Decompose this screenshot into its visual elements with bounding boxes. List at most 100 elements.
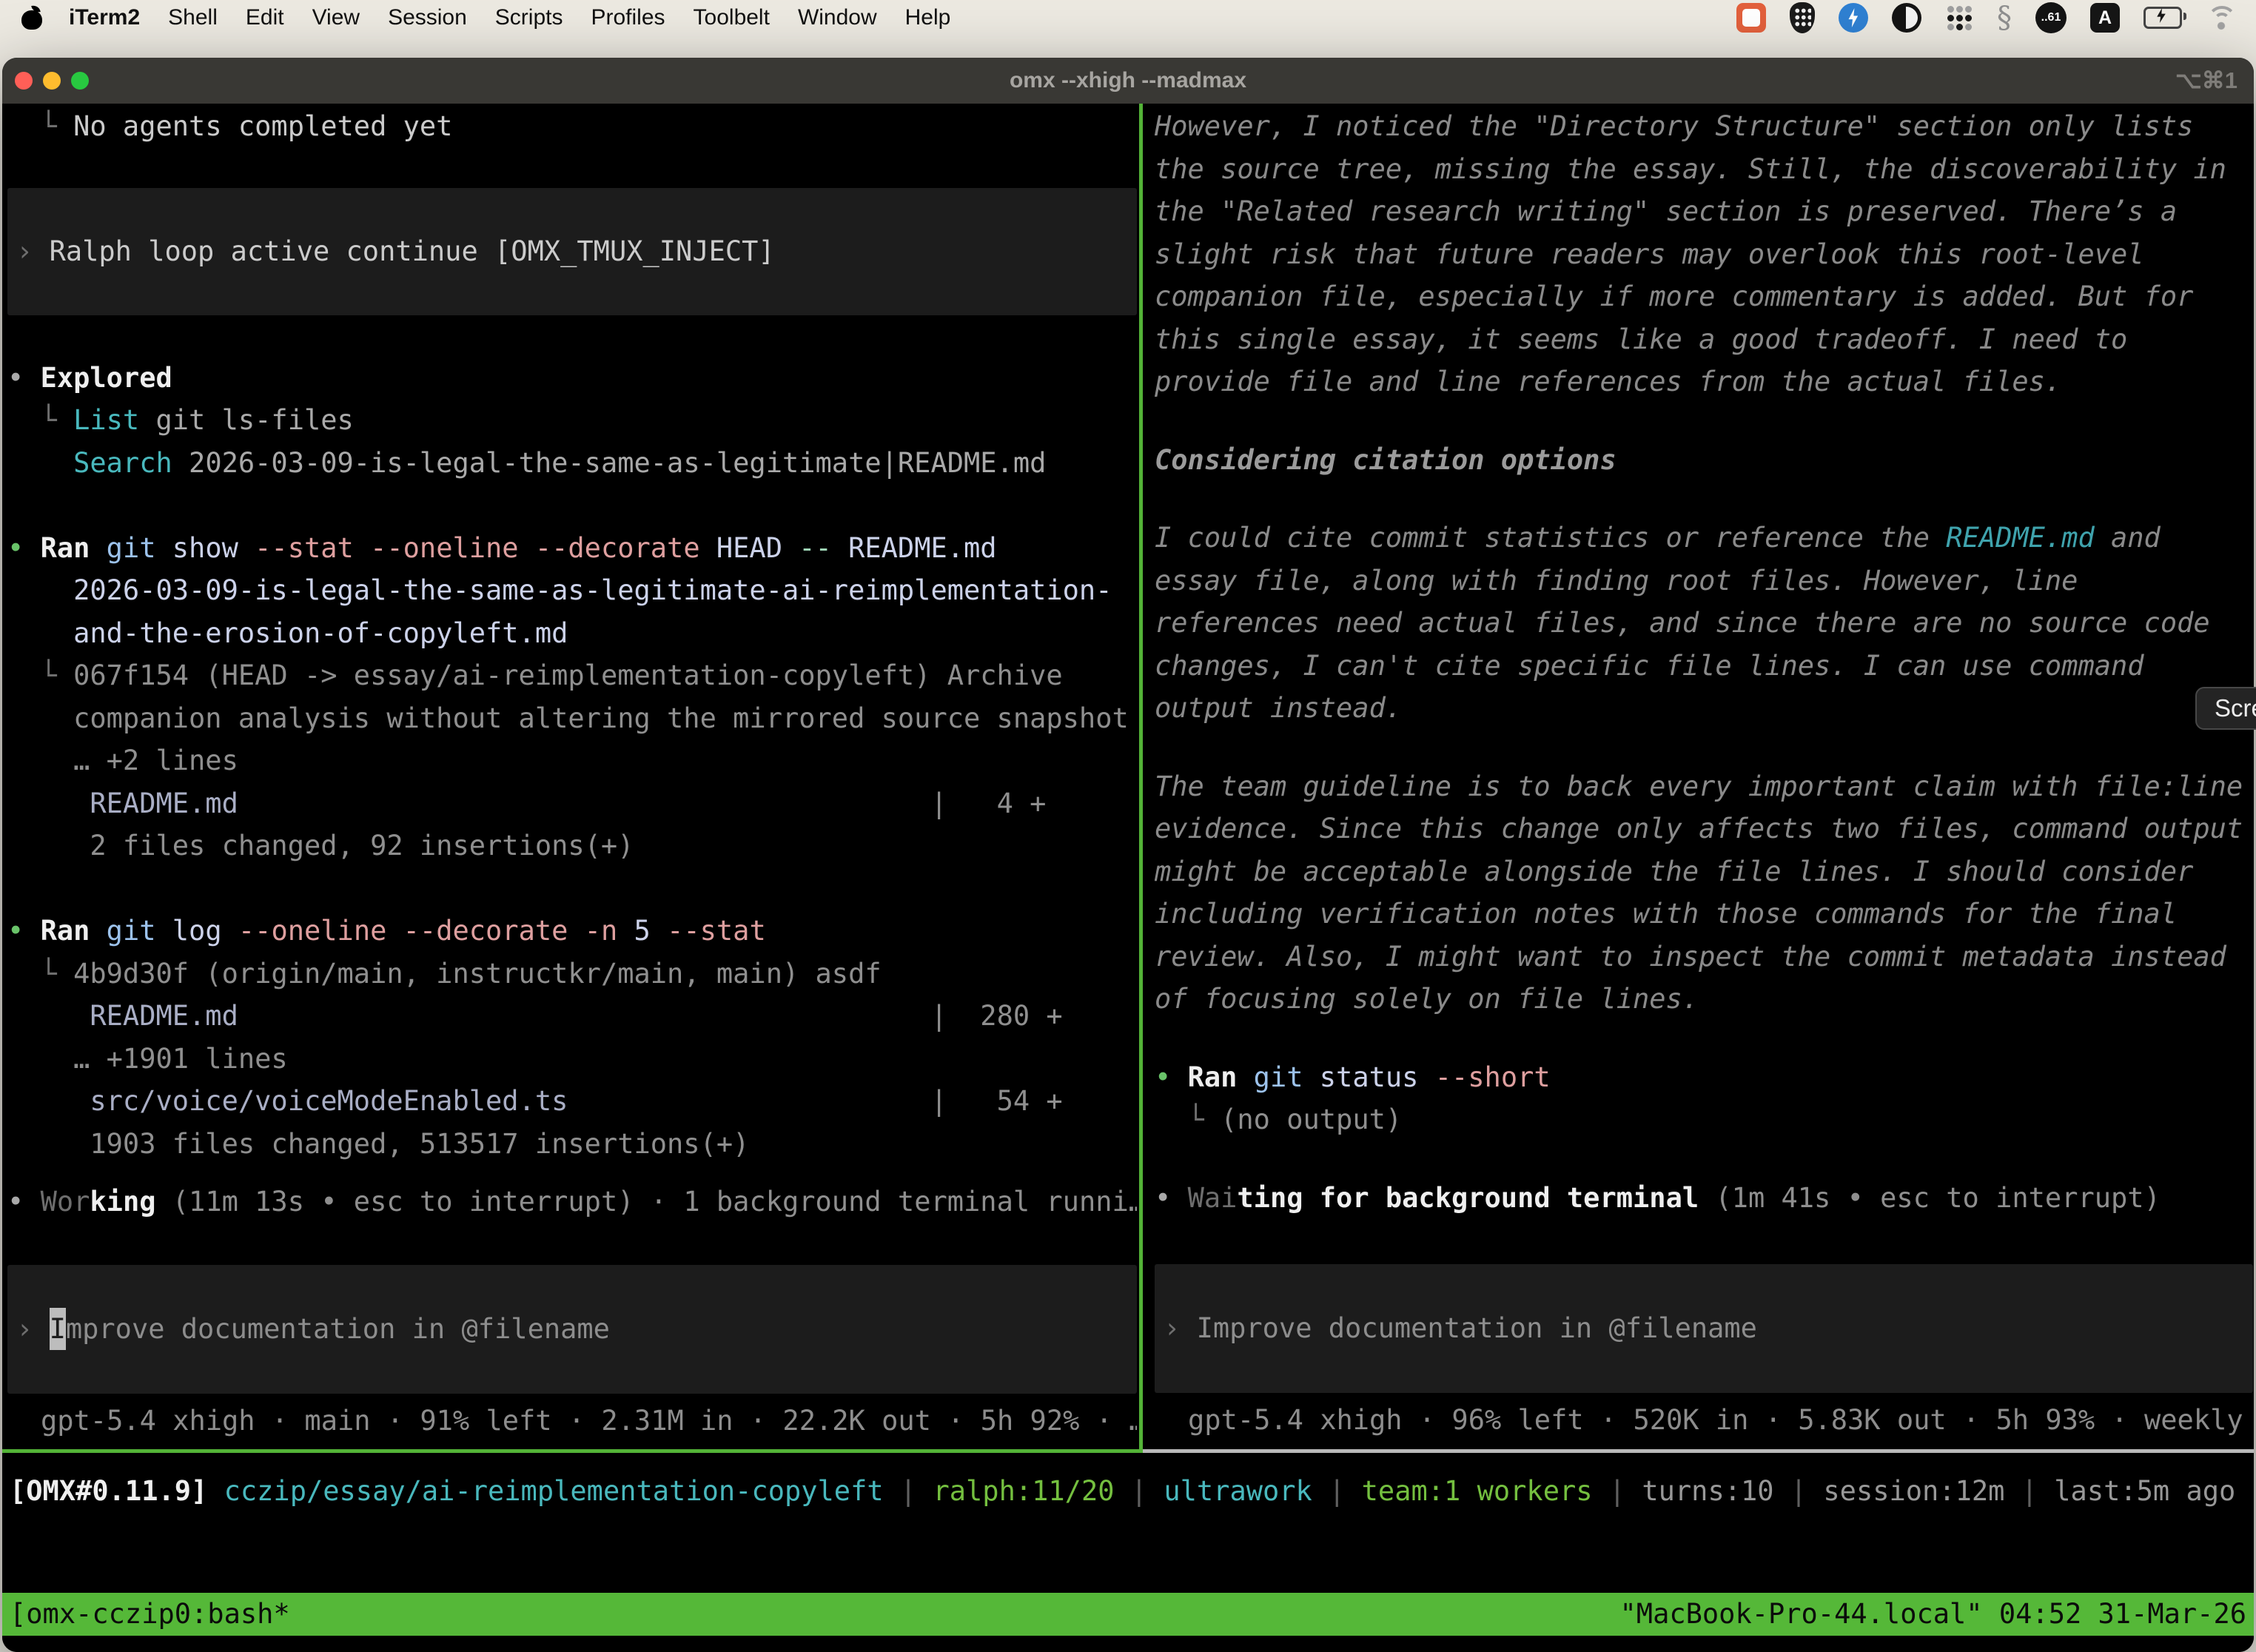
input-placeholder: mprove documentation in @filename bbox=[66, 1308, 610, 1351]
terminal-line: companion file, especially if more comme… bbox=[1155, 275, 2253, 318]
prompt-chevron: › bbox=[16, 1308, 50, 1351]
input-placeholder: Improve documentation in @filename bbox=[1197, 1307, 1757, 1350]
menu-bar: iTerm2ShellEditViewSessionScriptsProfile… bbox=[0, 0, 2256, 36]
input-source-icon[interactable]: A bbox=[2090, 3, 2120, 33]
terminal-line: references need actual files, and since … bbox=[1155, 602, 2253, 645]
terminal-line: README.md | 4 + bbox=[7, 782, 1137, 825]
prompt-chevron: › bbox=[16, 230, 50, 273]
terminal-line: essay file, along with finding root file… bbox=[1155, 560, 2253, 602]
terminal-line: • Waiting for background terminal (1m 41… bbox=[1155, 1177, 2253, 1220]
squiggle-icon[interactable]: § bbox=[1997, 1, 2012, 35]
dots-grid-icon[interactable] bbox=[1945, 4, 1973, 32]
left-agent-pane[interactable]: └ No agents completed yet › Ralph loop a… bbox=[7, 105, 1137, 1442]
omx-status-bar: [OMX#0.11.9] cczip/essay/ai-reimplementa… bbox=[10, 1470, 2254, 1513]
left-model-status: gpt-5.4 xhigh · main · 91% left · 2.31M … bbox=[7, 1400, 1137, 1443]
terminal-line: src/voice/voiceModeEnabled.ts | 54 + bbox=[7, 1080, 1137, 1123]
menu-item-profiles[interactable]: Profiles bbox=[577, 5, 679, 30]
pane-divider[interactable] bbox=[1139, 104, 1143, 1449]
window-title: omx --xhigh --madmax bbox=[2, 68, 2254, 93]
terminal-line: might be acceptable alongside the file l… bbox=[1155, 850, 2253, 893]
terminal-line: • Ran git log --oneline --decorate -n 5 … bbox=[7, 910, 1137, 953]
menu-item-session[interactable]: Session bbox=[374, 5, 481, 30]
menu-item-view[interactable]: View bbox=[298, 5, 374, 30]
terminal-line: and-the-erosion-of-copyleft.md bbox=[7, 612, 1137, 655]
terminal-line: 1903 files changed, 513517 insertions(+) bbox=[7, 1123, 1137, 1166]
dark-pie-icon[interactable] bbox=[1892, 3, 1921, 33]
terminal-line: └ 067f154 (HEAD -> essay/ai-reimplementa… bbox=[7, 654, 1137, 697]
menu-item-edit[interactable]: Edit bbox=[232, 5, 298, 30]
right-model-status: gpt-5.4 xhigh · 96% left · 520K in · 5.8… bbox=[1155, 1399, 2253, 1442]
terminal-line bbox=[1155, 1141, 2253, 1177]
screen-record-icon[interactable] bbox=[1736, 3, 1766, 33]
percent-badge-icon[interactable]: ..61 bbox=[2035, 2, 2067, 33]
inject-text: Ralph loop active continue [OMX_TMUX_INJ… bbox=[50, 230, 775, 273]
right-prompt-input[interactable]: › Improve documentation in @filename bbox=[1155, 1264, 2253, 1393]
terminal-line bbox=[1155, 1021, 2253, 1056]
terminal-line: Search 2026-03-09-is-legal-the-same-as-l… bbox=[7, 442, 1137, 485]
titlebar[interactable]: omx --xhigh --madmax ⌥⌘1 bbox=[2, 58, 2254, 104]
iterm-window: omx --xhigh --madmax ⌥⌘1 └ No agents com… bbox=[2, 58, 2254, 1652]
menu-item-window[interactable]: Window bbox=[784, 5, 891, 30]
terminal-line: … +2 lines bbox=[7, 739, 1137, 782]
terminal: └ No agents completed yet › Ralph loop a… bbox=[2, 104, 2254, 1652]
window-shortcut-badge: ⌥⌘1 bbox=[2175, 67, 2237, 94]
tmux-host-clock: "MacBook-Pro-44.local" 04:52 31-Mar-26 bbox=[1620, 1593, 2246, 1636]
terminal-line bbox=[1155, 481, 2253, 517]
terminal-line bbox=[7, 484, 1137, 527]
terminal-line: slight risk that future readers may over… bbox=[1155, 233, 2253, 276]
terminal-line bbox=[1155, 730, 2253, 765]
terminal-line: of focusing solely on file lines. bbox=[1155, 978, 2253, 1021]
screen-share-popup[interactable]: Scre bbox=[2195, 687, 2256, 730]
shield-grid-icon[interactable] bbox=[1790, 2, 1815, 33]
tmux-session-label: [omx-cczip0:bash* bbox=[10, 1593, 290, 1636]
text-cursor: I bbox=[50, 1308, 66, 1351]
terminal-line bbox=[7, 867, 1137, 910]
prompt-chevron: › bbox=[1164, 1307, 1197, 1350]
terminal-line: provide file and line references from th… bbox=[1155, 360, 2253, 403]
terminal-line: the "Related research writing" section i… bbox=[1155, 190, 2253, 233]
menu-item-scripts[interactable]: Scripts bbox=[481, 5, 577, 30]
battery-icon[interactable] bbox=[2143, 7, 2182, 29]
menu-item-shell[interactable]: Shell bbox=[154, 5, 232, 30]
terminal-line: • Ran git status --short bbox=[1155, 1056, 2253, 1099]
terminal-line: changes, I can't cite specific file line… bbox=[1155, 645, 2253, 688]
terminal-line: However, I noticed the "Directory Struct… bbox=[1155, 105, 2253, 148]
apple-menu-icon[interactable] bbox=[21, 4, 43, 31]
active-pane-border bbox=[2, 1449, 1143, 1453]
terminal-line: companion analysis without altering the … bbox=[7, 697, 1137, 740]
agents-note: └ No agents completed yet bbox=[7, 105, 1137, 148]
left-prompt-input[interactable]: › Improve documentation in @filename bbox=[7, 1265, 1137, 1394]
right-agent-log: However, I noticed the "Directory Struct… bbox=[1155, 105, 2253, 1219]
inject-banner: › Ralph loop active continue [OMX_TMUX_I… bbox=[7, 188, 1137, 315]
terminal-line: this single essay, it seems like a good … bbox=[1155, 318, 2253, 361]
terminal-line: Considering citation options bbox=[1155, 439, 2253, 482]
terminal-line: the source tree, missing the essay. Stil… bbox=[1155, 148, 2253, 191]
terminal-line: README.md | 280 + bbox=[7, 995, 1137, 1038]
terminal-line: └ (no output) bbox=[1155, 1098, 2253, 1141]
terminal-line: 2026-03-09-is-legal-the-same-as-legitima… bbox=[7, 569, 1137, 612]
menu-item-help[interactable]: Help bbox=[891, 5, 965, 30]
menu-item-toolbelt[interactable]: Toolbelt bbox=[679, 5, 784, 30]
terminal-line: • Ran git show --stat --oneline --decora… bbox=[7, 527, 1137, 570]
terminal-line: evidence. Since this change only affects… bbox=[1155, 807, 2253, 850]
menu-items: iTerm2ShellEditViewSessionScriptsProfile… bbox=[55, 5, 964, 30]
terminal-line: └ 4b9d30f (origin/main, instructkr/main,… bbox=[7, 953, 1137, 995]
terminal-line: The team guideline is to back every impo… bbox=[1155, 765, 2253, 808]
terminal-line: └ No agents completed yet bbox=[7, 105, 1137, 148]
terminal-line: including verification notes with those … bbox=[1155, 893, 2253, 936]
terminal-line: 2 files changed, 92 insertions(+) bbox=[7, 825, 1137, 867]
wifi-icon[interactable] bbox=[2206, 5, 2237, 30]
terminal-line: [OMX#0.11.9] cczip/essay/ai-reimplementa… bbox=[10, 1470, 2254, 1513]
terminal-line: I could cite commit statistics or refere… bbox=[1155, 517, 2253, 560]
left-agent-log: • Explored └ List git ls-files Search 20… bbox=[7, 357, 1137, 1166]
terminal-line: • Explored bbox=[7, 357, 1137, 400]
right-agent-pane[interactable]: However, I noticed the "Directory Struct… bbox=[1155, 105, 2253, 1442]
terminal-line: • Working (11m 13s • esc to interrupt) ·… bbox=[7, 1181, 1137, 1223]
terminal-line: └ List git ls-files bbox=[7, 399, 1137, 442]
working-status: • Working (11m 13s • esc to interrupt) ·… bbox=[7, 1181, 1137, 1223]
tmux-status-bar: [omx-cczip0:bash* "MacBook-Pro-44.local"… bbox=[2, 1593, 2254, 1636]
menu-item-iterm2[interactable]: iTerm2 bbox=[55, 5, 154, 30]
verified-badge-icon[interactable] bbox=[1839, 3, 1868, 33]
terminal-line: review. Also, I might want to inspect th… bbox=[1155, 936, 2253, 978]
terminal-line bbox=[1155, 403, 2253, 439]
